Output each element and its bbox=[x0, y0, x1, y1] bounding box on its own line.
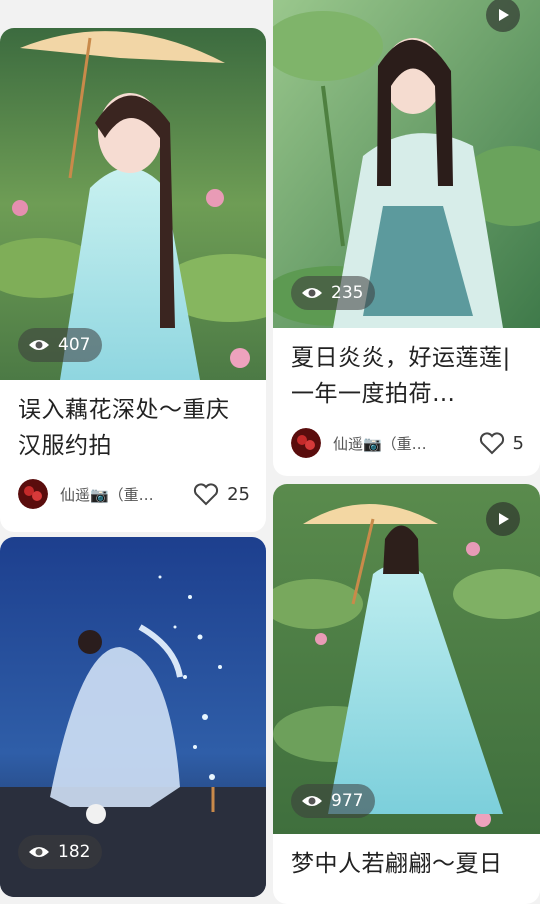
eye-icon bbox=[302, 796, 322, 806]
card-title[interactable]: 夏日炎炎，好运莲莲|一年一度拍荷… bbox=[291, 340, 526, 412]
eye-icon bbox=[29, 340, 49, 350]
view-count: 235 bbox=[331, 283, 364, 303]
avatar[interactable] bbox=[291, 428, 321, 458]
avatar[interactable] bbox=[18, 479, 48, 509]
card-title[interactable]: 误入藕花深处～重庆汉服约拍 bbox=[18, 392, 252, 464]
heart-outline-icon bbox=[479, 432, 504, 455]
feed-card[interactable]: 977 梦中人若翩翩～夏日 bbox=[273, 484, 540, 904]
feed-card[interactable]: 235 夏日炎炎，好运莲莲|一年一度拍荷… 仙遥📷（重… 5 bbox=[273, 0, 540, 476]
feed-card[interactable]: 407 误入藕花深处～重庆汉服约拍 仙遥📷（重… 25 bbox=[0, 28, 266, 532]
heart-outline-icon bbox=[194, 483, 219, 506]
view-count: 977 bbox=[331, 791, 364, 811]
card-cover-image[interactable] bbox=[273, 484, 540, 834]
play-icon[interactable] bbox=[486, 502, 520, 536]
card-meta: 仙遥📷（重… 25 bbox=[18, 477, 250, 511]
author-name[interactable]: 仙遥📷（重… bbox=[333, 433, 453, 454]
like-button[interactable]: 5 bbox=[479, 431, 524, 455]
like-count: 25 bbox=[227, 483, 250, 505]
view-count: 182 bbox=[58, 842, 91, 862]
view-count: 407 bbox=[58, 335, 91, 355]
eye-icon bbox=[29, 847, 49, 857]
eye-icon bbox=[302, 288, 322, 298]
like-count: 5 bbox=[512, 432, 524, 454]
author-name[interactable]: 仙遥📷（重… bbox=[60, 484, 180, 505]
view-count-badge: 235 bbox=[291, 276, 376, 310]
card-meta: 仙遥📷（重… 5 bbox=[291, 426, 524, 460]
view-count-badge: 977 bbox=[291, 784, 376, 818]
card-title[interactable]: 梦中人若翩翩～夏日 bbox=[291, 846, 526, 882]
feed-card[interactable]: 182 bbox=[0, 537, 266, 897]
view-count-badge: 407 bbox=[18, 328, 103, 362]
like-button[interactable]: 25 bbox=[193, 482, 250, 506]
view-count-badge: 182 bbox=[18, 835, 103, 869]
